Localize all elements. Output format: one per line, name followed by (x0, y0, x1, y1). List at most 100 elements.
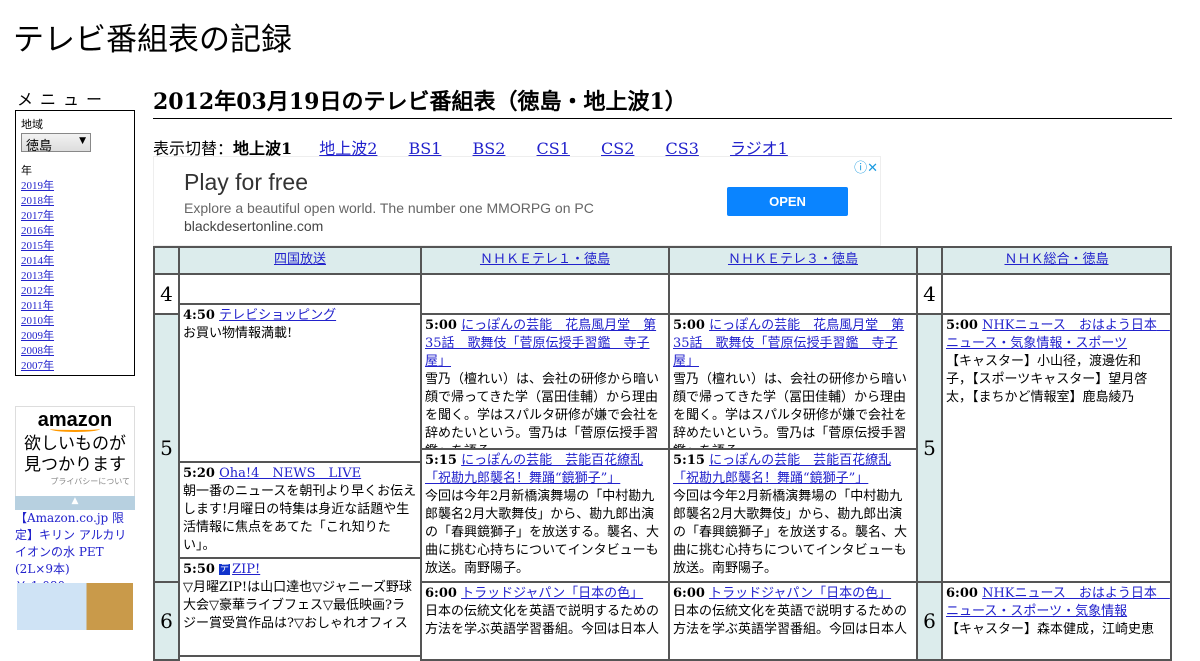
menu-panel: 地域 徳島 ▼ 年 2019年 2018年 2017年 2016年 2015年 2… (15, 110, 135, 376)
program-title[interactable]: テレビショッピング (219, 308, 336, 323)
year-link[interactable]: 2015年 (21, 239, 129, 254)
channel-link[interactable]: 四国放送 (274, 252, 326, 267)
program-title[interactable]: にっぽんの芸能 花鳥風月堂 第35話 歌舞伎「菅原伝授手習鑑 寺子屋」 (425, 318, 656, 369)
year-link[interactable]: 2010年 (21, 314, 129, 329)
ad-close-icon[interactable]: ⓘ✕ (854, 157, 878, 176)
program-time: 5:15 (425, 453, 457, 468)
region-value: 徳島 (26, 139, 53, 154)
product-image[interactable] (17, 583, 133, 630)
program-title[interactable]: トラッドジャパン「日本の色」 (709, 586, 891, 601)
channel-header: ＮＨＫ総合・徳島 (941, 246, 1172, 275)
program-grid: 四国放送 ＮＨＫＥテレ１・徳島 ＮＨＫＥテレ３・徳島 ＮＨＫ総合・徳島 4 5 … (153, 246, 1172, 661)
program-desc: 雪乃（檀れい）は、会社の研修から暗い顔で帰ってきた学（冨田佳輔）から理由を聞く。… (425, 372, 660, 448)
program-cell: 5:15 にっぽんの芸能 芸能百花繚乱「祝勘九郎襲名！舞踊“鏡獅子”」 今回は今年… (420, 448, 670, 583)
amazon-ad[interactable]: amazon 欲しいものが 見つかります プライバシーについて (15, 406, 135, 510)
program-cell: 5:20 Oha!4 NEWS LIVE 朝一番のニュースを朝刊より早くお伝えしま… (178, 461, 422, 559)
program-time: 5:00 (946, 318, 978, 333)
year-link[interactable]: 2018年 (21, 194, 129, 209)
program-title[interactable]: NHKニュース おはよう日本 ニュース・気象情報・スポーツ (946, 318, 1170, 351)
data-broadcast-icon: デ (219, 564, 231, 575)
page-title: 2012年03月19日のテレビ番組表（徳島・地上波1） (153, 84, 1172, 119)
ad-url[interactable]: blackdesertonline.com (184, 218, 323, 234)
program-title[interactable]: にっぽんの芸能 芸能百花繚乱「祝勘九郎襲名！舞踊“鏡獅子”」 (673, 453, 891, 486)
program-time: 5:50 (183, 562, 215, 577)
program-cell: 4:50 テレビショッピングお買い物情報満載! (178, 303, 422, 463)
program-cell: 6:00 トラッドジャパン「日本の色」日本の伝統文化を英語で説明するための方法を… (668, 581, 918, 661)
hour-cell: 5 (916, 313, 943, 583)
program-cell: 6:00 トラッドジャパン「日本の色」日本の伝統文化を英語で説明するための方法を… (420, 581, 670, 661)
region-label: 地域 (21, 118, 43, 131)
chevron-down-icon: ▼ (79, 136, 86, 146)
menu-heading: メニュー (17, 90, 110, 109)
site-title: テレビ番組表の記録 (13, 22, 292, 58)
program-desc: お買い物情報満載! (183, 326, 293, 341)
channel-header: ＮＨＫＥテレ３・徳島 (668, 246, 918, 275)
program-title[interactable]: トラッドジャパン「日本の色」 (461, 586, 643, 601)
channel-header: ＮＨＫＥテレ１・徳島 (420, 246, 670, 275)
program-time: 5:00 (425, 318, 457, 333)
program-desc: 日本の伝統文化を英語で説明するための方法を学ぶ英語学習番組。今回は日本人 (673, 604, 908, 637)
ad-headline[interactable]: Play for free (184, 169, 308, 196)
hour-cell: 5 (153, 313, 180, 583)
year-link[interactable]: 2012年 (21, 284, 129, 299)
year-link[interactable]: 2007年 (21, 359, 129, 374)
year-link[interactable]: 2013年 (21, 269, 129, 284)
header-corner (916, 246, 943, 275)
program-desc: 【キャスター】森本健成，江崎史恵 (946, 622, 1155, 637)
year-link[interactable]: 2009年 (21, 329, 129, 344)
program-cell: 5:15 にっぽんの芸能 芸能百花繚乱「祝勘九郎襲名！舞踊“鏡獅子”」 今回は今年… (668, 448, 918, 583)
channel-header: 四国放送 (178, 246, 422, 275)
channel-link[interactable]: ＮＨＫＥテレ３・徳島 (728, 252, 858, 267)
program-title[interactable]: にっぽんの芸能 芸能百花繚乱「祝勘九郎襲名！舞踊“鏡獅子”」 (425, 453, 643, 486)
year-link[interactable]: 2008年 (21, 344, 129, 359)
amazon-tagline: 見つかります (24, 455, 126, 475)
program-cell: 5:00 にっぽんの芸能 花鳥風月堂 第35話 歌舞伎「菅原伝授手習鑑 寺子屋」… (668, 313, 918, 450)
program-title[interactable]: にっぽんの芸能 花鳥風月堂 第35話 歌舞伎「菅原伝授手習鑑 寺子屋」 (673, 318, 904, 369)
channel-link[interactable]: ＮＨＫ総合・徳島 (1004, 252, 1108, 267)
program-title[interactable]: NHKニュース おはよう日本 ニュース・スポーツ・気象情報 (946, 586, 1170, 619)
program-title[interactable]: Oha!4 NEWS LIVE (219, 466, 361, 481)
year-link[interactable]: 2016年 (21, 224, 129, 239)
program-time: 4:50 (183, 308, 215, 323)
empty-slot (941, 273, 1172, 315)
program-time: 6:00 (673, 586, 705, 601)
hour-cell: 4 (153, 273, 180, 315)
program-desc: ▽月曜ZIP!は山口達也▽ジャニーズ野球大会▽豪華ライブフェス▽最低映画?ラジー… (183, 580, 412, 631)
program-time: 5:20 (183, 466, 215, 481)
program-desc: 今回は今年2月新橋演舞場の「中村勘九郎襲名2月大歌舞伎」から、勘九郎出演の「春興… (673, 489, 908, 576)
hour-cell: 4 (916, 273, 943, 315)
region-select[interactable]: 徳島 ▼ (21, 133, 91, 154)
chevron-up-icon: ▲ (71, 496, 79, 506)
amazon-tagline: 欲しいものが (24, 434, 126, 454)
privacy-link[interactable]: プライバシーについて (16, 476, 134, 487)
banner-ad[interactable]: Play for free Explore a beautiful open w… (153, 156, 881, 246)
year-label: 年 (21, 164, 32, 177)
year-link[interactable]: 2011年 (21, 299, 129, 314)
year-link[interactable]: 2017年 (21, 209, 129, 224)
expand-toggle[interactable]: ▲ (15, 496, 135, 510)
program-time: 6:00 (946, 586, 978, 601)
program-time: 6:00 (425, 586, 457, 601)
empty-slot (668, 273, 918, 315)
program-desc: 日本の伝統文化を英語で説明するための方法を学ぶ英語学習番組。今回は日本人 (425, 604, 660, 637)
program-time: 5:15 (673, 453, 705, 468)
empty-slot (420, 273, 670, 315)
program-time: 5:00 (673, 318, 705, 333)
year-link[interactable]: 2014年 (21, 254, 129, 269)
program-desc: 朝一番のニュースを朝刊より早くお伝えします!月曜日の特集は身近な話題や生活情報に… (183, 484, 417, 553)
program-desc: 雪乃（檀れい）は、会社の研修から暗い顔で帰ってきた学（冨田佳輔）から理由を聞く。… (673, 372, 908, 448)
year-link[interactable]: 2019年 (21, 179, 129, 194)
program-title[interactable]: ZIP! (232, 562, 260, 577)
program-cell: 5:00 NHKニュース おはよう日本 ニュース・気象情報・スポーツ 【キャスター… (941, 313, 1172, 583)
program-cell: 5:50 デ ZIP! ▽月曜ZIP!は山口達也▽ジャニーズ野球大会▽豪華ライブフェ… (178, 557, 422, 657)
empty-slot (178, 273, 422, 305)
header-corner (153, 246, 180, 275)
year-list: 2019年 2018年 2017年 2016年 2015年 2014年 2013… (21, 179, 129, 374)
program-desc: 今回は今年2月新橋演舞場の「中村勘九郎襲名2月大歌舞伎」から、勘九郎出演の「春興… (425, 489, 660, 576)
hour-cell: 6 (916, 581, 943, 661)
program-cell: 6:00 NHKニュース おはよう日本 ニュース・スポーツ・気象情報【キャスター… (941, 581, 1172, 661)
amazon-logo: amazon (37, 409, 113, 431)
ad-open-button[interactable]: OPEN (727, 187, 848, 216)
channel-link[interactable]: ＮＨＫＥテレ１・徳島 (480, 252, 610, 267)
product-title[interactable]: 【Amazon.co.jp 限定】キリン アルカリイオンの水 PET (2L×9… (15, 510, 135, 578)
